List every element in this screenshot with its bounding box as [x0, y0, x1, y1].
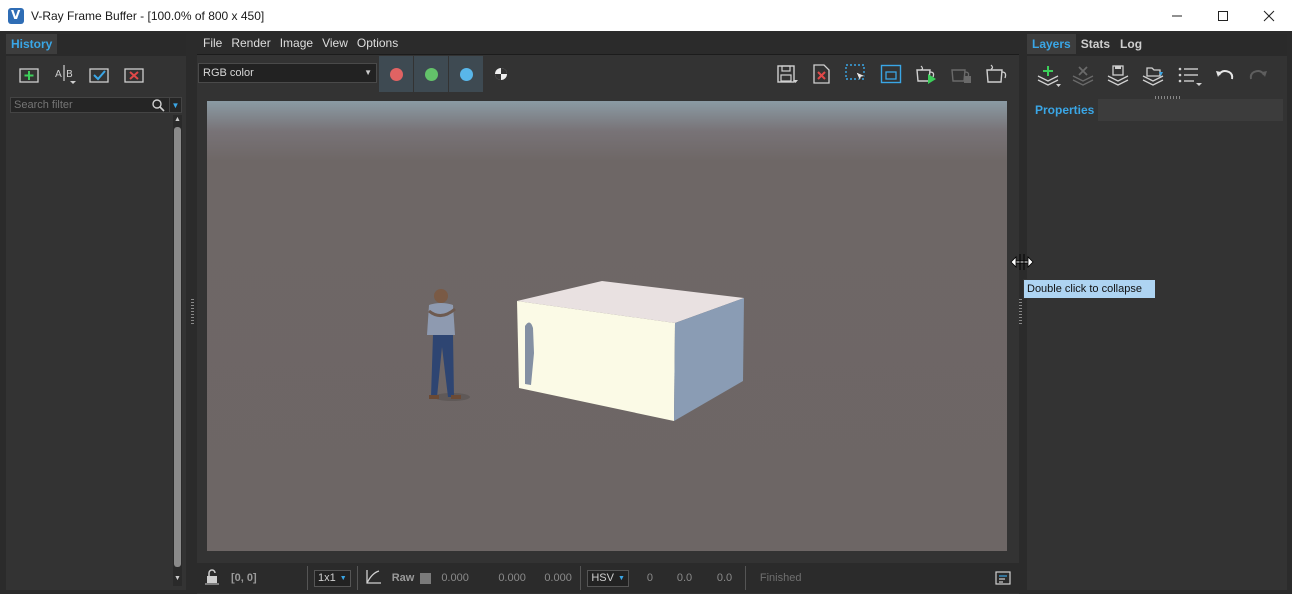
blue-dot-icon — [459, 67, 473, 81]
ab-compare-icon[interactable]: AB — [51, 64, 76, 86]
frame-buffer-body: History AB ▼ ▲ ▼ — [0, 31, 1292, 594]
search-filter-box[interactable]: ▼ — [10, 97, 182, 113]
right-splitter[interactable] — [1019, 31, 1027, 594]
menu-view[interactable]: View — [318, 31, 352, 55]
interactive-render-icon[interactable] — [984, 62, 1010, 86]
blue-channel-button[interactable] — [449, 56, 483, 92]
green-channel-button[interactable] — [414, 56, 448, 92]
history-panel: History AB ▼ ▲ ▼ — [6, 34, 186, 590]
search-dropdown-icon[interactable]: ▼ — [169, 98, 181, 112]
chevron-down-icon: ▼ — [617, 574, 625, 582]
divider — [744, 566, 746, 590]
region-select-icon[interactable] — [843, 62, 869, 86]
menu-bar: File Render Image View Options — [197, 31, 1019, 55]
color-mode-value: HSV — [591, 572, 614, 584]
layers-panel: Layers Stats Log Properties — [1027, 34, 1287, 590]
green-dot-icon — [424, 67, 438, 81]
search-input[interactable] — [11, 99, 151, 111]
value-value: 0.0 — [716, 572, 733, 584]
menu-options[interactable]: Options — [353, 31, 402, 55]
render-area: File Render Image View Options RGB color… — [197, 31, 1019, 594]
chevron-down-icon: ▼ — [339, 574, 347, 582]
red-value: 0.000 — [441, 572, 469, 584]
menu-render[interactable]: Render — [227, 31, 274, 55]
chevron-down-icon: ▼ — [364, 68, 372, 77]
layer-list-icon[interactable] — [1177, 64, 1205, 91]
resize-cursor-icon — [1010, 253, 1034, 271]
sample-size-select[interactable]: 1x1 ▼ — [314, 569, 351, 587]
divider — [307, 566, 308, 590]
history-scrollbar[interactable]: ▲ ▼ — [173, 115, 182, 586]
red-dot-icon — [389, 67, 403, 81]
svg-text:B: B — [66, 69, 73, 80]
collapse-tooltip: Double click to collapse — [1023, 279, 1156, 299]
maximize-button[interactable] — [1200, 0, 1246, 31]
divider — [580, 566, 582, 590]
properties-bar — [1098, 99, 1283, 121]
minimize-button[interactable] — [1154, 0, 1200, 31]
splitter-grip[interactable] — [1019, 299, 1022, 325]
delete-layer-icon[interactable] — [1071, 64, 1097, 91]
menu-image[interactable]: Image — [276, 31, 317, 55]
properties-label: Properties — [1031, 99, 1099, 121]
vray-app-icon — [8, 7, 24, 24]
render-viewport[interactable] — [207, 101, 1007, 551]
tab-history[interactable]: History — [6, 34, 58, 54]
render-region-icon[interactable] — [878, 62, 904, 86]
clear-image-icon[interactable] — [808, 62, 834, 86]
scroll-up-icon[interactable]: ▲ — [173, 115, 182, 125]
alpha-channel-icon[interactable] — [488, 62, 514, 86]
tab-log[interactable]: Log — [1115, 34, 1147, 54]
window-title: V-Ray Frame Buffer - [100.0% of 800 x 45… — [31, 8, 265, 23]
layers-toolbar — [1027, 56, 1287, 99]
menu-file[interactable]: File — [199, 31, 226, 55]
raw-label: Raw — [391, 572, 415, 584]
main-toolbar: RGB color ▼ — [197, 55, 1019, 94]
lock-icon[interactable] — [204, 568, 220, 588]
tab-stats[interactable]: Stats — [1076, 34, 1115, 54]
person-figure — [427, 289, 470, 401]
sample-size-value: 1x1 — [318, 572, 336, 584]
raw-checkbox[interactable] — [420, 572, 432, 584]
title-bar: V-Ray Frame Buffer - [100.0% of 800 x 45… — [0, 0, 1292, 31]
scrollbar-thumb[interactable] — [174, 127, 181, 567]
log-panel-icon[interactable] — [995, 570, 1011, 589]
channel-select-value: RGB color — [203, 67, 254, 79]
load-layers-icon[interactable] — [1141, 64, 1167, 91]
tab-layers[interactable]: Layers — [1027, 34, 1076, 54]
scroll-down-icon[interactable]: ▼ — [173, 574, 182, 584]
add-layer-icon[interactable] — [1036, 64, 1062, 91]
saturation-value: 0.0 — [676, 572, 693, 584]
blue-value: 0.000 — [544, 572, 572, 584]
box-object — [517, 281, 744, 421]
divider — [356, 566, 358, 590]
undo-icon[interactable] — [1214, 66, 1236, 87]
render-status: Finished — [759, 572, 802, 584]
properties-header: Properties — [1031, 99, 1283, 121]
pixel-coordinates: [0, 0] — [231, 572, 257, 584]
svg-text:A: A — [55, 69, 62, 80]
green-value: 0.000 — [498, 572, 526, 584]
left-splitter[interactable] — [190, 31, 196, 594]
add-to-history-icon[interactable] — [16, 64, 41, 86]
curve-icon[interactable] — [364, 569, 382, 588]
color-mode-select[interactable]: HSV ▼ — [587, 569, 629, 587]
search-icon[interactable] — [151, 98, 165, 112]
status-bar: [0, 0] 1x1 ▼ Raw 0.000 0.000 0.000 HSV ▼ 0… — [197, 563, 1019, 593]
redo-icon[interactable] — [1247, 66, 1269, 87]
save-image-icon[interactable] — [774, 62, 800, 86]
start-render-icon[interactable] — [914, 62, 940, 86]
hue-value: 0 — [646, 572, 653, 584]
save-layers-icon[interactable] — [1106, 64, 1132, 91]
red-channel-button[interactable] — [379, 56, 413, 92]
splitter-grip[interactable] — [191, 299, 194, 325]
close-button[interactable] — [1246, 0, 1292, 31]
remove-icon[interactable] — [121, 64, 146, 86]
channel-select[interactable]: RGB color ▼ — [198, 63, 377, 83]
stop-render-icon[interactable] — [949, 62, 975, 86]
rendered-scene — [427, 281, 744, 421]
check-icon[interactable] — [86, 64, 111, 86]
